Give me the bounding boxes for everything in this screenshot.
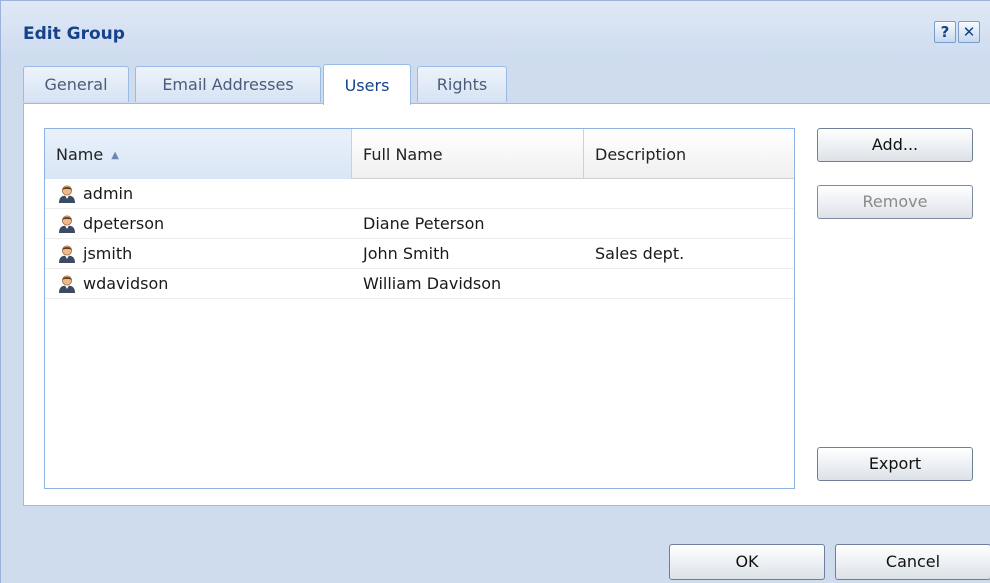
description-cell: Sales dept.: [595, 244, 685, 263]
tab-users[interactable]: Users: [323, 64, 411, 105]
full-name-cell: [352, 179, 584, 208]
column-header-description[interactable]: Description: [584, 129, 794, 179]
name-cell: dpeterson: [45, 209, 352, 238]
ok-button[interactable]: OK: [669, 544, 825, 580]
tab-general[interactable]: General: [23, 66, 129, 102]
close-icon[interactable]: ✕: [958, 21, 980, 43]
name-cell: wdavidson: [45, 269, 352, 298]
full-name-cell: William Davidson: [363, 274, 502, 293]
tab-email-addresses[interactable]: Email Addresses: [135, 66, 321, 102]
edit-group-dialog: Edit Group ? ✕ General Email Addresses U…: [0, 0, 990, 583]
table-row[interactable]: jsmith John Smith Sales dept.: [45, 239, 794, 269]
help-icon[interactable]: ?: [934, 21, 956, 43]
column-header-label: Name: [56, 145, 104, 164]
title-bar[interactable]: Edit Group ? ✕: [1, 1, 990, 63]
user-icon: [59, 215, 75, 233]
tab-rights[interactable]: Rights: [417, 66, 507, 102]
remove-button[interactable]: Remove: [817, 185, 973, 219]
column-header-full-name[interactable]: Full Name: [352, 129, 584, 179]
users-tab-panel: Name ▲ Full Name Description admin dpeter…: [23, 103, 990, 506]
description-cell: [584, 269, 794, 298]
description-cell: [584, 179, 794, 208]
users-grid: Name ▲ Full Name Description admin dpeter…: [44, 128, 795, 489]
cancel-button[interactable]: Cancel: [835, 544, 990, 580]
column-header-name[interactable]: Name ▲: [45, 129, 352, 179]
table-row[interactable]: admin: [45, 179, 794, 209]
table-row[interactable]: dpeterson Diane Peterson: [45, 209, 794, 239]
user-icon: [59, 245, 75, 263]
user-icon: [59, 275, 75, 293]
name-cell: jsmith: [45, 239, 352, 268]
full-name-cell: John Smith: [363, 244, 450, 263]
user-name: dpeterson: [83, 213, 165, 233]
user-name: wdavidson: [83, 273, 169, 293]
add-button[interactable]: Add...: [817, 128, 973, 162]
grid-header: Name ▲ Full Name Description: [45, 129, 794, 179]
dialog-title: Edit Group: [23, 24, 125, 44]
table-row[interactable]: wdavidson William Davidson: [45, 269, 794, 299]
sort-ascending-icon: ▲: [111, 150, 119, 161]
user-name: jsmith: [83, 243, 133, 263]
user-icon: [59, 185, 75, 203]
export-button[interactable]: Export: [817, 447, 973, 481]
name-cell: admin: [45, 179, 352, 208]
full-name-cell: Diane Peterson: [363, 214, 485, 233]
description-cell: [584, 209, 794, 238]
user-name: admin: [83, 183, 134, 203]
